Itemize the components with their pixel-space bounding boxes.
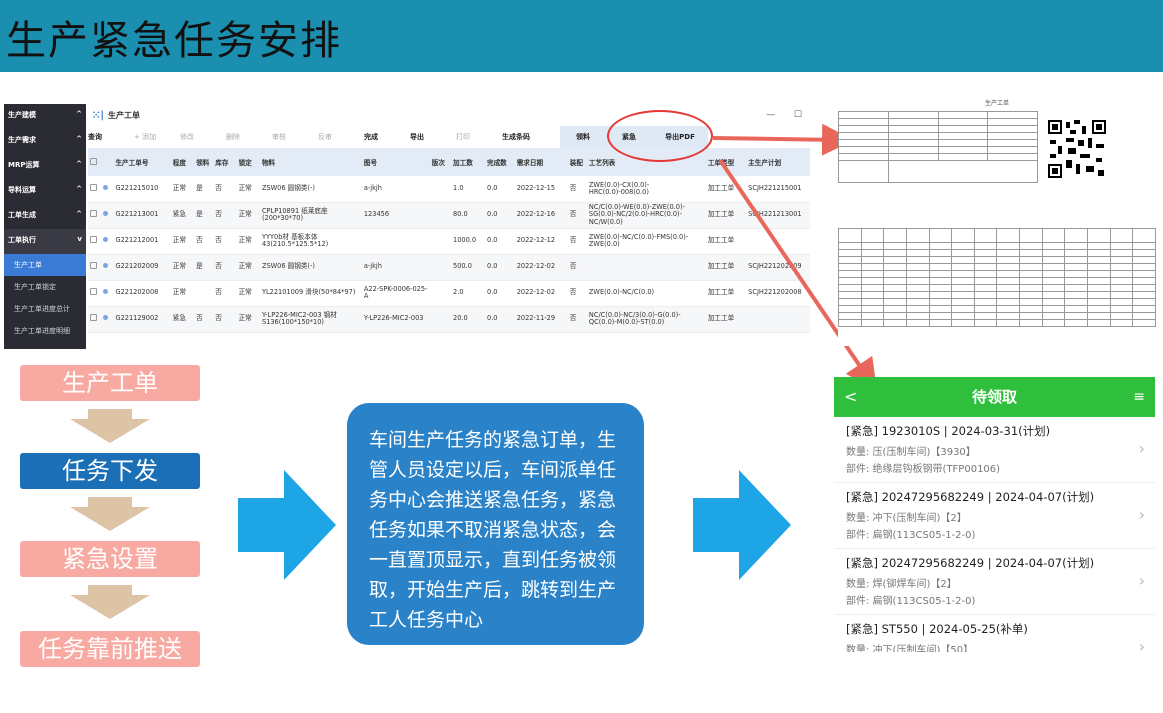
task-title: [紧急] 20247295682249 | 2024-04-07(计划)	[846, 490, 1095, 504]
mobile-task-list: < 待领取 ≡ [紧急] 1923010S | 2024-03-31(计划) 数…	[834, 377, 1155, 652]
task-quantity: 数量: 压(压制车间)【3930】	[846, 447, 976, 458]
task-quantity: 数量: 焊(铆焊车间)【2】	[846, 579, 957, 590]
arrow-to-document	[712, 123, 854, 156]
down-arrow-icon	[70, 585, 150, 619]
document-title: 生产工单	[984, 100, 1009, 107]
document-detail-table	[838, 228, 1156, 327]
right-arrow-icon	[693, 470, 791, 580]
task-title: [紧急] 1923010S | 2024-03-31(计划)	[846, 424, 1051, 438]
flow-step-urgent: 紧急设置	[20, 541, 200, 577]
task-part: 部件: 扁钢(113CS05-1-2-0)	[846, 530, 976, 541]
task-item[interactable]: [紧急] ST550 | 2024-05-25(补单) 数量: 冲下(压制车间)…	[834, 615, 1155, 652]
task-part: 部件: 绝缘层钩板钢带(TFP00106)	[846, 464, 1001, 475]
work-order-document: 生产工单	[838, 98, 1156, 346]
task-quantity: 数量: 冲下(压制车间)【50】	[846, 645, 974, 652]
qr-code-icon	[1048, 120, 1106, 178]
task-item[interactable]: [紧急] 20247295682249 | 2024-04-07(计划) 数量:…	[834, 483, 1155, 549]
slide: { "slide_title": "生产紧急任务安排", "erp": { "w…	[0, 0, 1163, 713]
menu-icon[interactable]: ≡	[1133, 377, 1145, 417]
task-part: 部件: 扁钢(113CS05-1-2-0)	[846, 596, 976, 607]
mobile-header: < 待领取 ≡	[834, 377, 1155, 417]
right-arrow-icon	[238, 470, 336, 580]
down-arrow-icon	[70, 409, 150, 443]
flow-step-dispatch: 任务下发	[20, 453, 200, 489]
chevron-right-icon: ›	[1138, 505, 1145, 524]
task-title: [紧急] 20247295682249 | 2024-04-07(计划)	[846, 556, 1095, 570]
flow-step-order: 生产工单	[20, 365, 200, 401]
flow-step-push: 任务靠前推送	[20, 631, 200, 667]
task-item[interactable]: [紧急] 1923010S | 2024-03-31(计划) 数量: 压(压制车…	[834, 417, 1155, 483]
back-icon[interactable]: <	[844, 377, 857, 417]
description-box: 车间生产任务的紧急订单，生管人员设定以后，车间派单任务中心会推送紧急任务，紧急任…	[347, 403, 644, 645]
task-title: [紧急] ST550 | 2024-05-25(补单)	[846, 622, 1028, 636]
chevron-right-icon: ›	[1138, 571, 1145, 590]
document-header-table	[838, 111, 1039, 183]
task-item[interactable]: [紧急] 20247295682249 | 2024-04-07(计划) 数量:…	[834, 549, 1155, 615]
chevron-right-icon: ›	[1138, 637, 1145, 652]
mobile-title: 待领取	[971, 388, 1017, 406]
chevron-right-icon: ›	[1138, 439, 1145, 458]
task-quantity: 数量: 冲下(压制车间)【2】	[846, 513, 967, 524]
down-arrow-icon	[70, 497, 150, 531]
